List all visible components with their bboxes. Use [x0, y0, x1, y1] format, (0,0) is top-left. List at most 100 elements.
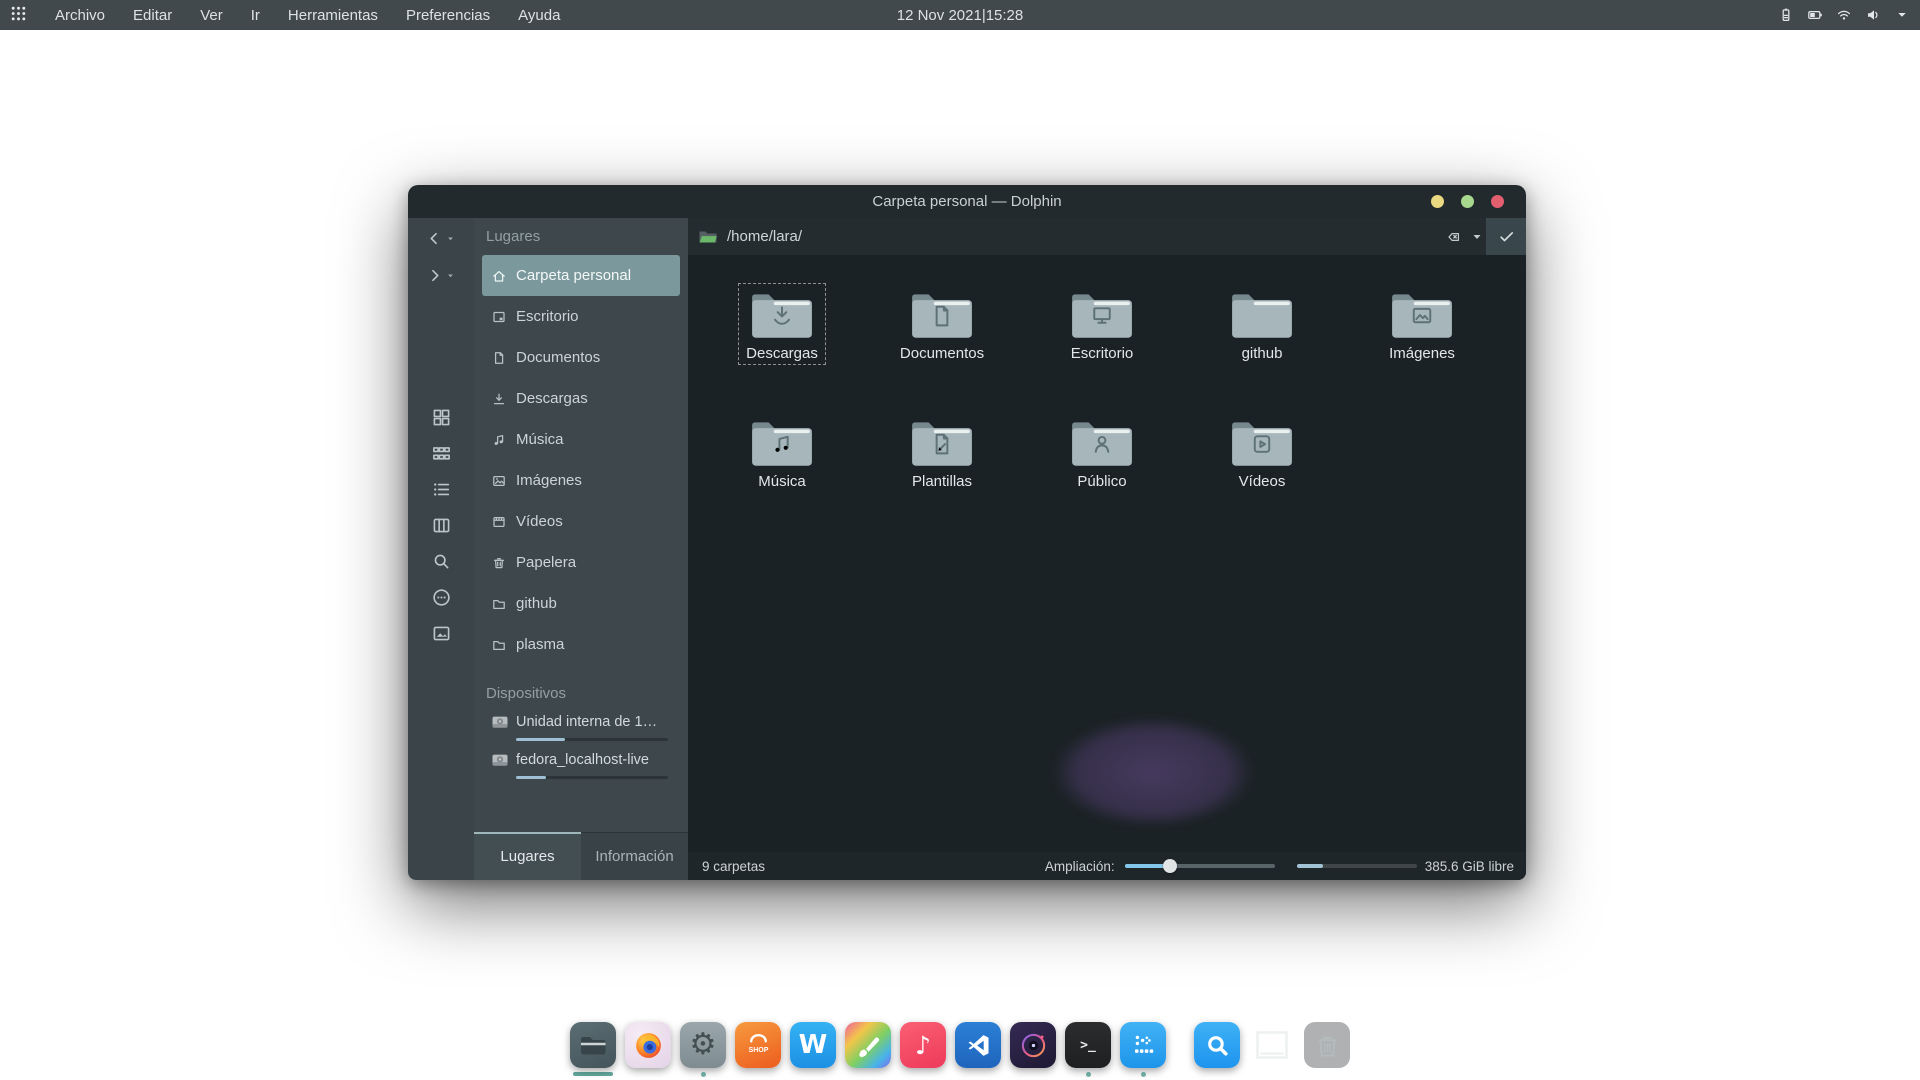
preview-image-icon[interactable]: [430, 622, 452, 644]
menu-item-ir[interactable]: Ir: [240, 3, 271, 28]
folder-label: Música: [758, 473, 806, 490]
chevron-down-icon[interactable]: [1894, 7, 1910, 23]
menu-item-archivo[interactable]: Archivo: [44, 3, 116, 28]
volume-icon[interactable]: [1865, 7, 1881, 23]
dock-item-file-manager[interactable]: [570, 1022, 616, 1076]
sidebar-item-papelera[interactable]: Papelera: [482, 542, 680, 583]
dock-item-wps-office[interactable]: W: [790, 1022, 836, 1068]
sidebar-item-github[interactable]: github: [482, 583, 680, 624]
dock-item-firefox[interactable]: [625, 1022, 671, 1068]
dock-item-music-player[interactable]: ♪: [900, 1022, 946, 1068]
view-details-icon[interactable]: [430, 478, 452, 500]
dock-item-trash[interactable]: [1304, 1022, 1350, 1068]
sidebar-item-label: Descargas: [516, 390, 588, 407]
folder-documentos[interactable]: Documentos: [862, 283, 1022, 411]
places-panel: Lugares Carpeta personal Escritorio Docume…: [474, 218, 688, 880]
minimize-button[interactable]: [1431, 195, 1444, 208]
free-space-label: 385.6 GiB libre: [1425, 859, 1514, 874]
window-titlebar[interactable]: Carpeta personal — Dolphin: [408, 185, 1526, 218]
sidebar-item-plasma[interactable]: plasma: [482, 624, 680, 665]
zoom-slider[interactable]: [1125, 864, 1275, 868]
folder-musica[interactable]: Música: [702, 411, 862, 539]
folder-label: Vídeos: [1239, 473, 1286, 490]
folder-videos[interactable]: Vídeos: [1182, 411, 1342, 539]
dock-item-dev-tools[interactable]: [1120, 1022, 1166, 1077]
device-item-unidad-interna-de-1-[interactable]: Unidad interna de 1…: [482, 709, 680, 741]
system-tray[interactable]: [1778, 7, 1920, 23]
folder-imagenes[interactable]: Imágenes: [1342, 283, 1502, 411]
device-item-fedora-localhost-live[interactable]: fedora_localhost-live: [482, 747, 680, 779]
top-menubar: ArchivoEditarVerIrHerramientasPreferenci…: [0, 0, 1920, 30]
clear-location-icon[interactable]: [1438, 218, 1468, 255]
app-store-icon: SHOP: [735, 1022, 781, 1068]
places-header: Lugares: [474, 218, 688, 255]
terminal-icon: >_: [1065, 1022, 1111, 1068]
dock-item-app-store[interactable]: SHOP: [735, 1022, 781, 1068]
view-grid-icon[interactable]: [430, 406, 452, 428]
folder-descargas[interactable]: Descargas: [702, 283, 862, 411]
menu-item-herramientas[interactable]: Herramientas: [277, 3, 389, 28]
dock-item-paint[interactable]: [845, 1022, 891, 1068]
location-bar[interactable]: /home/lara/: [688, 218, 1526, 255]
folder-icon: [1389, 287, 1455, 341]
sidebar-item-videos[interactable]: Vídeos: [482, 501, 680, 542]
maximize-button[interactable]: [1461, 195, 1474, 208]
panel-tab-informacion[interactable]: Información: [581, 833, 688, 880]
sidebar-item-label: Escritorio: [516, 308, 579, 325]
dock-item-system-settings[interactable]: ⚙: [680, 1022, 726, 1077]
dock-running-indicator: [573, 1072, 613, 1076]
dock-item-terminal[interactable]: >_: [1065, 1022, 1111, 1077]
folder-plantillas[interactable]: Plantillas: [862, 411, 1022, 539]
forward-button[interactable]: [426, 257, 456, 294]
location-dropdown-icon[interactable]: [1468, 218, 1486, 255]
dock-item-search[interactable]: [1194, 1022, 1240, 1068]
location-path: /home/lara/: [727, 228, 802, 245]
close-button[interactable]: [1491, 195, 1504, 208]
folder-escritorio[interactable]: Escritorio: [1022, 283, 1182, 411]
folder-icon: [909, 415, 975, 469]
search-icon[interactable]: [430, 550, 452, 572]
wifi-icon[interactable]: [1836, 7, 1852, 23]
status-circle-icon[interactable]: [430, 586, 452, 608]
folder-github[interactable]: github: [1182, 283, 1342, 411]
search-icon: [1194, 1022, 1240, 1068]
sidebar-item-musica[interactable]: Música: [482, 419, 680, 460]
back-button[interactable]: [426, 220, 456, 257]
view-compact-icon[interactable]: [430, 442, 452, 464]
panel-tabs: LugaresInformación: [474, 832, 688, 880]
sidebar-item-escritorio[interactable]: Escritorio: [482, 296, 680, 337]
folder-publico[interactable]: Público: [1022, 411, 1182, 539]
dock-divider: [1179, 1023, 1181, 1067]
dock-item-vscode[interactable]: [955, 1022, 1001, 1068]
view-columns-icon[interactable]: [430, 514, 452, 536]
battery-icon[interactable]: [1807, 7, 1823, 23]
folder-icon: [1069, 287, 1135, 341]
sidebar-item-label: Música: [516, 431, 564, 448]
apps-grid-icon[interactable]: [6, 1, 38, 30]
accept-location-icon[interactable]: [1486, 218, 1526, 255]
sidebar-item-label: Documentos: [516, 349, 600, 366]
menu-item-ver[interactable]: Ver: [189, 3, 234, 28]
folder-label: Imágenes: [1389, 345, 1455, 362]
dock-item-camera[interactable]: [1010, 1022, 1056, 1068]
menu-item-preferencias[interactable]: Preferencias: [395, 3, 501, 28]
sidebar-item-descargas[interactable]: Descargas: [482, 378, 680, 419]
dock-item-show-desktop[interactable]: [1249, 1022, 1295, 1068]
menu-item-ayuda[interactable]: Ayuda: [507, 3, 571, 28]
folder-label: Plantillas: [912, 473, 972, 490]
global-menu: ArchivoEditarVerIrHerramientasPreferenci…: [0, 1, 571, 30]
sidebar-item-documentos[interactable]: Documentos: [482, 337, 680, 378]
folder-view: /home/lara/ DescargasDocumentosEscritori…: [688, 218, 1526, 880]
battery-vertical-icon[interactable]: [1778, 7, 1794, 23]
toolstrip: [408, 218, 474, 880]
zoom-slider-handle[interactable]: [1163, 859, 1177, 873]
home-folder-icon: [698, 229, 718, 244]
clock[interactable]: 12 Nov 2021|15:28: [897, 0, 1024, 30]
firefox-icon: [625, 1022, 671, 1068]
sidebar-item-imagenes[interactable]: Imágenes: [482, 460, 680, 501]
panel-tab-lugares[interactable]: Lugares: [474, 833, 581, 880]
menu-item-editar[interactable]: Editar: [122, 3, 183, 28]
hard-drive-icon: [491, 714, 509, 730]
dock-running-indicator: [701, 1072, 706, 1077]
sidebar-item-carpeta-personal[interactable]: Carpeta personal: [482, 255, 680, 296]
